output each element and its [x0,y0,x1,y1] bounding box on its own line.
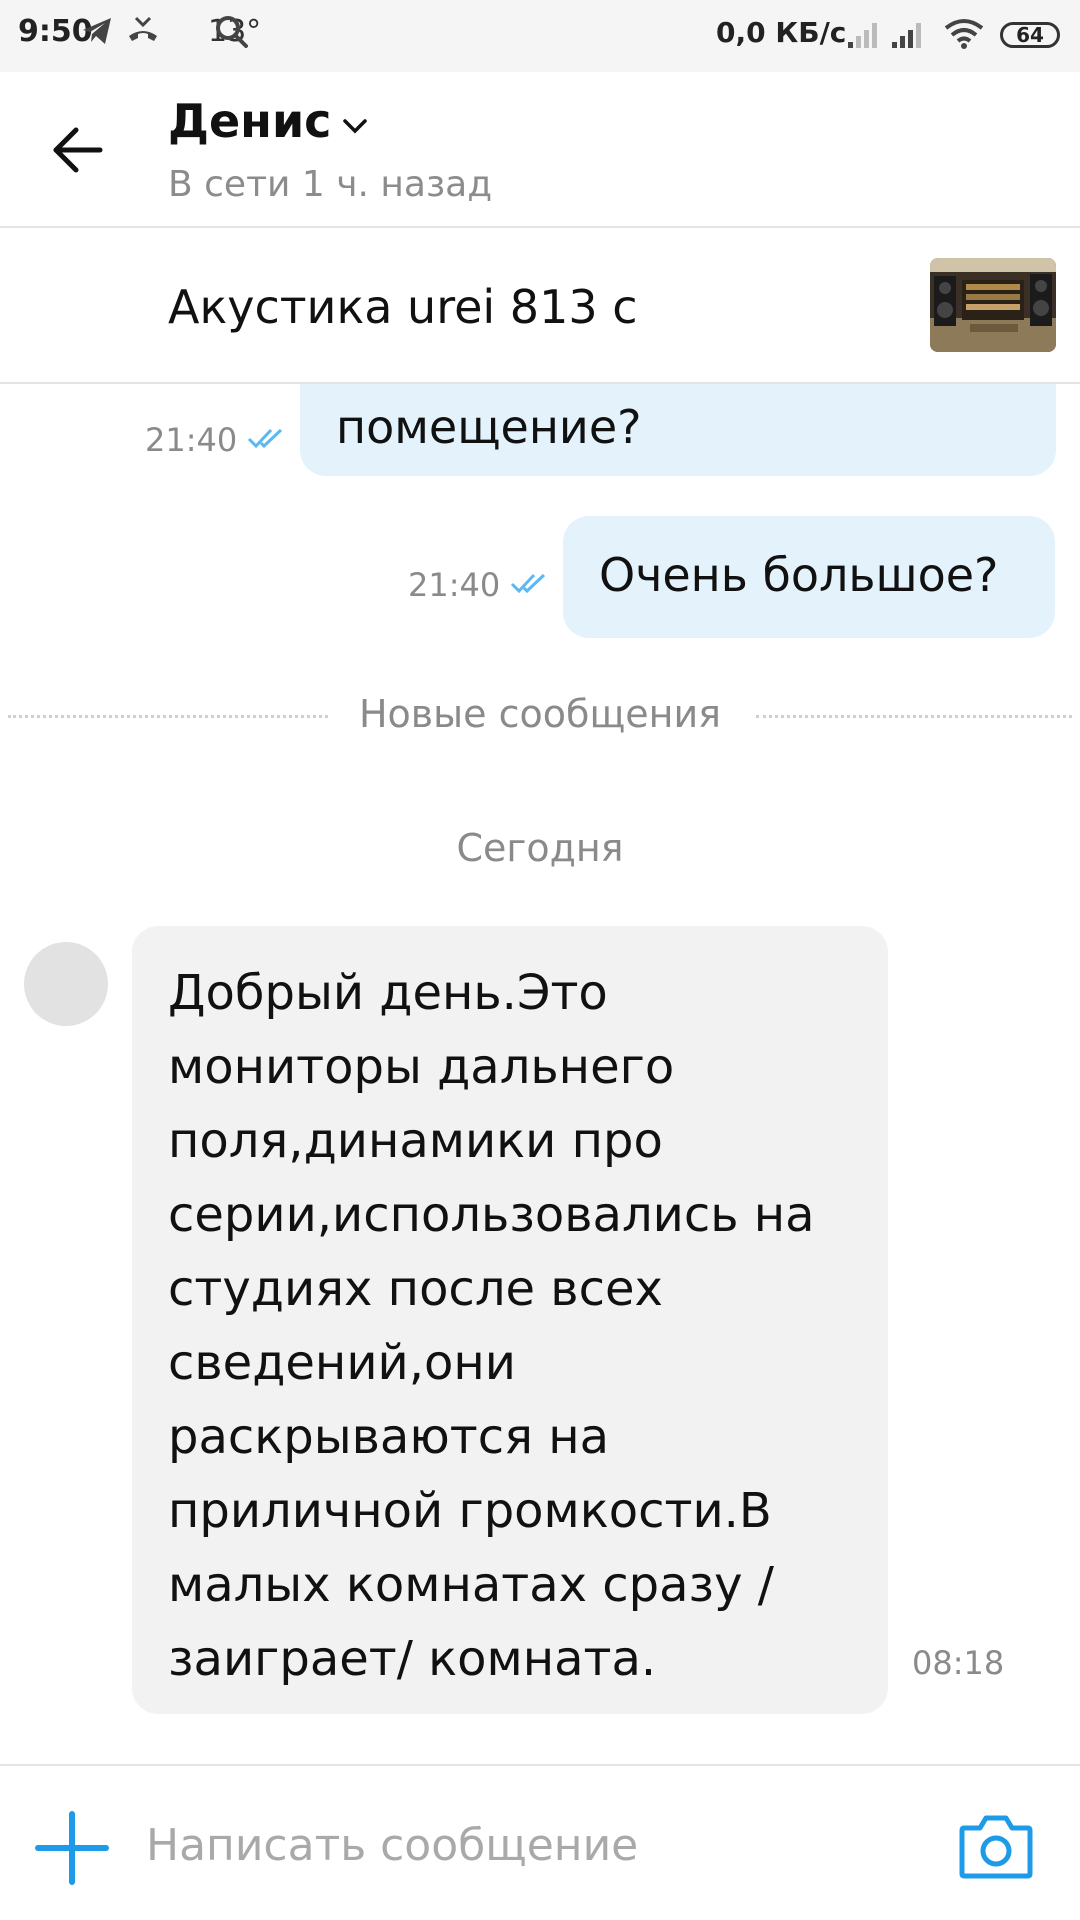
chat-header: Денис В сети 1 ч. назад [0,72,1080,228]
missed-call-icon [129,16,157,41]
signal-icon-2 [892,23,921,48]
telegram-icon [83,18,111,44]
message-line: серии,использовались на [168,1187,815,1243]
message-text: помещение? [336,400,642,454]
message-line: раскрываются на [168,1409,610,1465]
message-composer [0,1764,1080,1920]
contact-status: В сети 1 ч. назад [168,164,493,205]
wifi-icon [944,19,984,49]
contact-name[interactable]: Денис [168,94,331,148]
message-line: малых комнатах сразу / [168,1557,774,1613]
message-line: сведений,они [168,1335,516,1391]
incoming-message-time: 08:18 [912,1644,1005,1682]
plus-icon[interactable] [34,1810,110,1886]
message-line: приличной громкости.В [168,1483,772,1539]
listing-thumbnail[interactable] [930,258,1056,352]
chat-screen: 9:50 13° 0,0 КБ/с 64 Денис В сети 1 ч. н… [0,0,1080,1920]
camera-icon[interactable] [958,1810,1034,1882]
listing-banner[interactable]: Акустика urei 813 c [0,228,1080,384]
status-bar: 9:50 13° 0,0 КБ/с 64 [0,0,1080,72]
day-label: Сегодня [456,826,624,870]
outgoing-message-1[interactable]: помещение? [300,384,1056,476]
listing-title: Акустика urei 813 c [168,280,638,334]
double-check-icon [247,428,283,449]
message-list[interactable]: помещение? 21:40 Очень большое? 21:40 Но… [0,384,1080,1764]
arrow-left-icon[interactable] [50,122,106,178]
search-icon [216,16,248,48]
message-time-2: 21:40 [408,566,501,604]
battery-indicator: 64 [1000,22,1060,48]
incoming-message[interactable]: Добрый день.Это мониторы дальнего поля,д… [132,926,888,1714]
message-input[interactable] [144,1804,928,1886]
message-line: заиграет/ комната. [168,1631,657,1687]
status-net-speed: 0,0 КБ/с [716,16,847,49]
message-line: поля,динамики про [168,1113,663,1169]
message-line: студиях после всех [168,1261,663,1317]
message-time-1: 21:40 [145,421,238,459]
message-line: Добрый день.Это [168,965,608,1021]
new-messages-divider: Новые сообщения [358,692,722,736]
chevron-down-icon[interactable] [340,114,370,138]
double-check-icon [510,573,546,594]
outgoing-message-2[interactable]: Очень большое? [563,516,1055,638]
avatar[interactable] [24,942,108,1026]
message-line: мониторы дальнего [168,1039,675,1095]
signal-icon [848,23,877,48]
message-text: Очень большое? [599,548,999,602]
